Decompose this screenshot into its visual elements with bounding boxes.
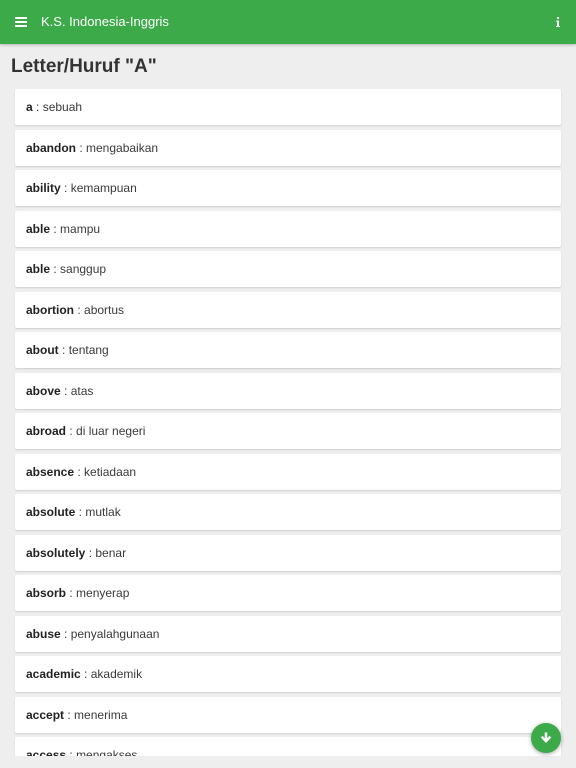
entry-separator: : bbox=[58, 343, 69, 357]
entry-translation: menyerap bbox=[76, 586, 130, 600]
arrow-down-icon bbox=[540, 732, 552, 743]
entry-separator: : bbox=[50, 221, 61, 236]
entry-translation: ketiadaan bbox=[84, 464, 137, 479]
info-icon bbox=[556, 17, 560, 27]
list-item[interactable]: absorb : menyerap bbox=[15, 575, 561, 611]
entry-translation: kemampuan bbox=[70, 181, 137, 195]
list-item[interactable]: abortion : abortus bbox=[15, 291, 561, 328]
list-item[interactable]: able : sanggup bbox=[15, 251, 561, 287]
entry-translation: mutlak bbox=[85, 505, 121, 519]
list-item[interactable]: ability : kemampuan bbox=[15, 170, 561, 206]
list-item[interactable]: access : mengakses bbox=[15, 737, 561, 756]
list-item[interactable]: a : sebuah bbox=[15, 89, 561, 125]
entry-word: able bbox=[26, 221, 51, 236]
list-item[interactable]: above : atas bbox=[15, 372, 561, 409]
entry-word: abortion bbox=[26, 302, 74, 317]
entry-word: able bbox=[26, 262, 51, 276]
app-title: K.S. Indonesia-Inggris bbox=[41, 14, 169, 29]
entry-separator: : bbox=[32, 100, 43, 114]
list-item[interactable]: academic : akademik bbox=[15, 656, 561, 692]
entry-word: above bbox=[26, 383, 61, 398]
info-button[interactable] bbox=[550, 10, 566, 34]
entry-word: ability bbox=[26, 181, 61, 195]
entry-separator: : bbox=[76, 140, 87, 155]
list-item[interactable]: able : mampu bbox=[15, 210, 561, 247]
entry-translation: sanggup bbox=[60, 262, 107, 276]
list-item[interactable]: abandon : mengabaikan bbox=[15, 129, 561, 166]
list-item[interactable]: absolutely : benar bbox=[15, 534, 561, 571]
list-item[interactable]: absence : ketiadaan bbox=[15, 453, 561, 490]
scroll-down-button[interactable] bbox=[531, 723, 561, 753]
entry-word: absolutely bbox=[26, 545, 86, 560]
list-item[interactable]: abuse : penyalahgunaan bbox=[15, 615, 561, 652]
entry-separator: : bbox=[50, 262, 61, 276]
content-area[interactable]: Letter/Huruf "A" a : sebuah abandon : men… bbox=[0, 44, 576, 756]
entry-word: academic bbox=[26, 667, 81, 681]
entry-separator: : bbox=[60, 383, 71, 398]
entry-translation: mampu bbox=[60, 221, 101, 236]
entry-separator: : bbox=[66, 424, 77, 438]
list-item[interactable]: accept : menerima bbox=[15, 696, 561, 733]
list-item[interactable]: about : tentang bbox=[15, 332, 561, 368]
entry-separator: : bbox=[66, 586, 77, 600]
entry-word: about bbox=[26, 343, 59, 357]
word-list: a : sebuah abandon : mengabaikan ability :… bbox=[15, 89, 561, 756]
entry-word: absence bbox=[26, 464, 75, 479]
list-item[interactable]: absolute : mutlak bbox=[15, 494, 561, 530]
entry-translation: menerima bbox=[74, 707, 128, 722]
entry-word: access bbox=[26, 748, 67, 756]
entry-translation: atas bbox=[70, 383, 94, 398]
entry-word: absorb bbox=[26, 586, 67, 600]
entry-separator: : bbox=[80, 667, 91, 681]
entry-separator: : bbox=[64, 707, 75, 722]
entry-translation: sebuah bbox=[42, 100, 83, 114]
entry-translation: mengakses bbox=[76, 748, 138, 756]
page-heading: Letter/Huruf "A" bbox=[11, 56, 157, 77]
hamburger-menu-icon bbox=[15, 17, 27, 27]
entry-separator: : bbox=[66, 748, 77, 756]
entry-translation: tentang bbox=[68, 343, 109, 357]
entry-translation: penyalahgunaan bbox=[70, 626, 160, 641]
entry-separator: : bbox=[60, 181, 71, 195]
entry-translation: mengabaikan bbox=[86, 140, 159, 155]
entry-word: absolute bbox=[26, 505, 76, 519]
entry-separator: : bbox=[74, 464, 85, 479]
entry-separator: : bbox=[74, 302, 85, 317]
entry-word: accept bbox=[26, 707, 65, 722]
entry-word: abandon bbox=[26, 140, 76, 155]
entry-word: abroad bbox=[26, 424, 67, 438]
entry-separator: : bbox=[75, 505, 86, 519]
app-bar: K.S. Indonesia-Inggris bbox=[0, 0, 576, 44]
list-item[interactable]: abroad : di luar negeri bbox=[15, 413, 561, 449]
menu-button[interactable] bbox=[9, 8, 33, 36]
entry-word: a bbox=[26, 100, 33, 114]
entry-word: abuse bbox=[26, 626, 61, 641]
entry-separator: : bbox=[85, 545, 96, 560]
entry-translation: abortus bbox=[84, 302, 125, 317]
entry-translation: di luar negeri bbox=[76, 424, 146, 438]
entry-translation: akademik bbox=[90, 667, 143, 681]
entry-separator: : bbox=[60, 626, 71, 641]
entry-translation: benar bbox=[95, 545, 127, 560]
